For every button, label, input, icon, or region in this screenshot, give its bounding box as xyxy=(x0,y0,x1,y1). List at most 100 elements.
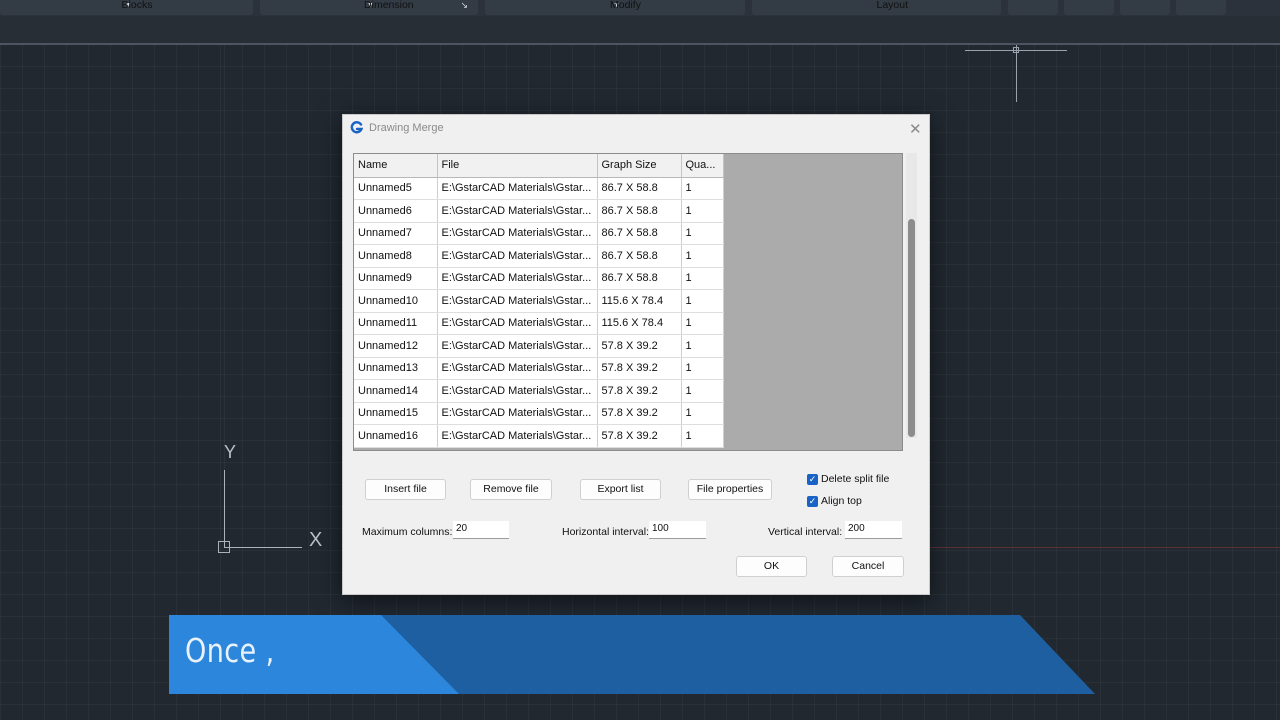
table-row[interactable]: Unnamed13 E:\GstarCAD Materials\Gstar... 5… xyxy=(354,357,724,380)
dialog-titlebar[interactable]: Drawing Merge ✕ xyxy=(343,115,929,141)
table-row[interactable]: Unnamed10 E:\GstarCAD Materials\Gstar... 1… xyxy=(354,289,724,313)
max-columns-input[interactable]: 20 xyxy=(453,521,509,539)
cell-name: Unnamed9 xyxy=(354,267,438,290)
dialog-title: Drawing Merge xyxy=(369,122,444,134)
ok-button[interactable]: OK xyxy=(736,556,807,577)
close-icon[interactable]: ✕ xyxy=(909,120,922,138)
crosshair-vertical xyxy=(1016,45,1017,102)
table-row[interactable]: Unnamed14 E:\GstarCAD Materials\Gstar... 5… xyxy=(354,379,724,403)
ribbon-bar: Blocks ▼ Dimension ▼ ↘ Modify ▼ Layout xyxy=(0,0,1280,16)
table-row[interactable]: Unnamed15 E:\GstarCAD Materials\Gstar... 5… xyxy=(354,402,724,425)
ribbon-group-extra-3[interactable] xyxy=(1120,0,1170,15)
ucs-x-axis xyxy=(224,547,302,548)
cell-graph-size: 86.7 X 58.8 xyxy=(597,267,682,290)
cell-quantity: 1 xyxy=(681,199,724,223)
table-row[interactable]: Unnamed8 E:\GstarCAD Materials\Gstar... 86… xyxy=(354,244,724,268)
cell-quantity: 1 xyxy=(681,177,724,200)
ribbon-group-label: Layout xyxy=(876,0,909,11)
horizontal-interval-label: Horizontal interval: xyxy=(562,526,649,538)
table-row[interactable]: Unnamed6 E:\GstarCAD Materials\Gstar... 86… xyxy=(354,199,724,223)
cell-quantity: 1 xyxy=(681,289,724,313)
crosshair-pickbox xyxy=(1013,47,1019,53)
cell-name: Unnamed12 xyxy=(354,334,438,358)
table-row[interactable]: Unnamed12 E:\GstarCAD Materials\Gstar... 5… xyxy=(354,334,724,358)
cell-quantity: 1 xyxy=(681,424,724,448)
ribbon-panel-area xyxy=(0,16,1280,43)
max-columns-label: Maximum columns: xyxy=(362,526,453,538)
cell-file: E:\GstarCAD Materials\Gstar... xyxy=(437,334,598,358)
cell-graph-size: 57.8 X 39.2 xyxy=(597,379,682,403)
ribbon-group-extra-2[interactable] xyxy=(1064,0,1114,15)
table-row[interactable]: Unnamed9 E:\GstarCAD Materials\Gstar... 86… xyxy=(354,267,724,290)
ribbon-group-label: Modify xyxy=(610,0,641,11)
column-header-quantity[interactable]: Qua... xyxy=(681,154,724,178)
cell-name: Unnamed13 xyxy=(354,357,438,380)
file-list-grid[interactable]: Name File Graph Size Qua... Unnamed5 E:\G… xyxy=(353,153,903,451)
ribbon-group-blocks[interactable]: Blocks ▼ xyxy=(0,0,253,15)
table-row[interactable]: Unnamed16 E:\GstarCAD Materials\Gstar... 5… xyxy=(354,424,724,448)
table-row[interactable]: Unnamed11 E:\GstarCAD Materials\Gstar... 1… xyxy=(354,312,724,335)
cell-name: Unnamed16 xyxy=(354,424,438,448)
vertical-interval-label: Vertical interval: xyxy=(768,526,843,538)
cell-file: E:\GstarCAD Materials\Gstar... xyxy=(437,289,598,313)
cell-name: Unnamed7 xyxy=(354,222,438,245)
file-properties-button[interactable]: File properties xyxy=(688,479,772,500)
cell-file: E:\GstarCAD Materials\Gstar... xyxy=(437,357,598,380)
drawing-merge-dialog: Drawing Merge ✕ Name File Graph Size Qua… xyxy=(342,114,930,595)
ribbon-group-dimension[interactable]: Dimension ▼ ↘ xyxy=(260,0,478,15)
cell-file: E:\GstarCAD Materials\Gstar... xyxy=(437,379,598,403)
cell-graph-size: 57.8 X 39.2 xyxy=(597,402,682,425)
align-top-label: Align top xyxy=(821,495,862,507)
ucs-y-axis xyxy=(224,470,225,548)
cell-graph-size: 86.7 X 58.8 xyxy=(597,177,682,200)
cell-quantity: 1 xyxy=(681,357,724,380)
insert-file-button[interactable]: Insert file xyxy=(365,479,446,500)
ucs-origin-icon xyxy=(218,541,230,553)
export-list-button[interactable]: Export list xyxy=(580,479,661,500)
file-list-body: Unnamed5 E:\GstarCAD Materials\Gstar... 86… xyxy=(354,177,724,448)
cell-name: Unnamed14 xyxy=(354,379,438,403)
cell-name: Unnamed8 xyxy=(354,244,438,268)
file-list-table: Name File Graph Size Qua... Unnamed5 E:\G… xyxy=(354,154,724,448)
ucs-y-label: Y xyxy=(224,442,237,462)
ribbon-group-modify[interactable]: Modify ▼ xyxy=(485,0,745,15)
cell-graph-size: 57.8 X 39.2 xyxy=(597,334,682,358)
table-row[interactable]: Unnamed5 E:\GstarCAD Materials\Gstar... 86… xyxy=(354,177,724,200)
delete-split-file-checkbox[interactable]: ✓ xyxy=(807,474,818,485)
cancel-button[interactable]: Cancel xyxy=(832,556,904,577)
column-header-graph-size[interactable]: Graph Size xyxy=(597,154,682,178)
column-header-file[interactable]: File xyxy=(437,154,598,178)
cell-file: E:\GstarCAD Materials\Gstar... xyxy=(437,402,598,425)
cell-quantity: 1 xyxy=(681,402,724,425)
cell-name: Unnamed5 xyxy=(354,177,438,200)
cell-graph-size: 57.8 X 39.2 xyxy=(597,424,682,448)
ribbon-group-extra-4[interactable] xyxy=(1176,0,1226,15)
cell-quantity: 1 xyxy=(681,244,724,268)
cell-file: E:\GstarCAD Materials\Gstar... xyxy=(437,222,598,245)
align-top-checkbox[interactable]: ✓ xyxy=(807,496,818,507)
cell-name: Unnamed11 xyxy=(354,312,438,335)
cell-quantity: 1 xyxy=(681,267,724,290)
ribbon-group-layout[interactable]: Layout xyxy=(752,0,1001,15)
caption-text: Once , xyxy=(185,631,275,670)
ribbon-divider xyxy=(0,43,1280,45)
cell-graph-size: 115.6 X 78.4 xyxy=(597,312,682,335)
grid-axis-line-red xyxy=(930,547,1280,548)
scrollbar-thumb[interactable] xyxy=(908,219,915,437)
cell-file: E:\GstarCAD Materials\Gstar... xyxy=(437,267,598,290)
column-header-name[interactable]: Name xyxy=(354,154,438,178)
cell-graph-size: 86.7 X 58.8 xyxy=(597,199,682,223)
remove-file-button[interactable]: Remove file xyxy=(470,479,552,500)
ribbon-group-label: Dimension xyxy=(364,0,414,11)
cell-graph-size: 57.8 X 39.2 xyxy=(597,357,682,380)
table-row[interactable]: Unnamed7 E:\GstarCAD Materials\Gstar... 86… xyxy=(354,222,724,245)
cell-graph-size: 86.7 X 58.8 xyxy=(597,244,682,268)
vertical-interval-input[interactable]: 200 xyxy=(845,521,902,539)
ribbon-group-extra-1[interactable] xyxy=(1008,0,1058,15)
cell-name: Unnamed6 xyxy=(354,199,438,223)
dialog-launcher-icon[interactable]: ↘ xyxy=(460,0,468,11)
horizontal-interval-input[interactable]: 100 xyxy=(649,521,706,539)
table-header-row: Name File Graph Size Qua... xyxy=(354,154,724,178)
cell-quantity: 1 xyxy=(681,334,724,358)
cell-file: E:\GstarCAD Materials\Gstar... xyxy=(437,424,598,448)
